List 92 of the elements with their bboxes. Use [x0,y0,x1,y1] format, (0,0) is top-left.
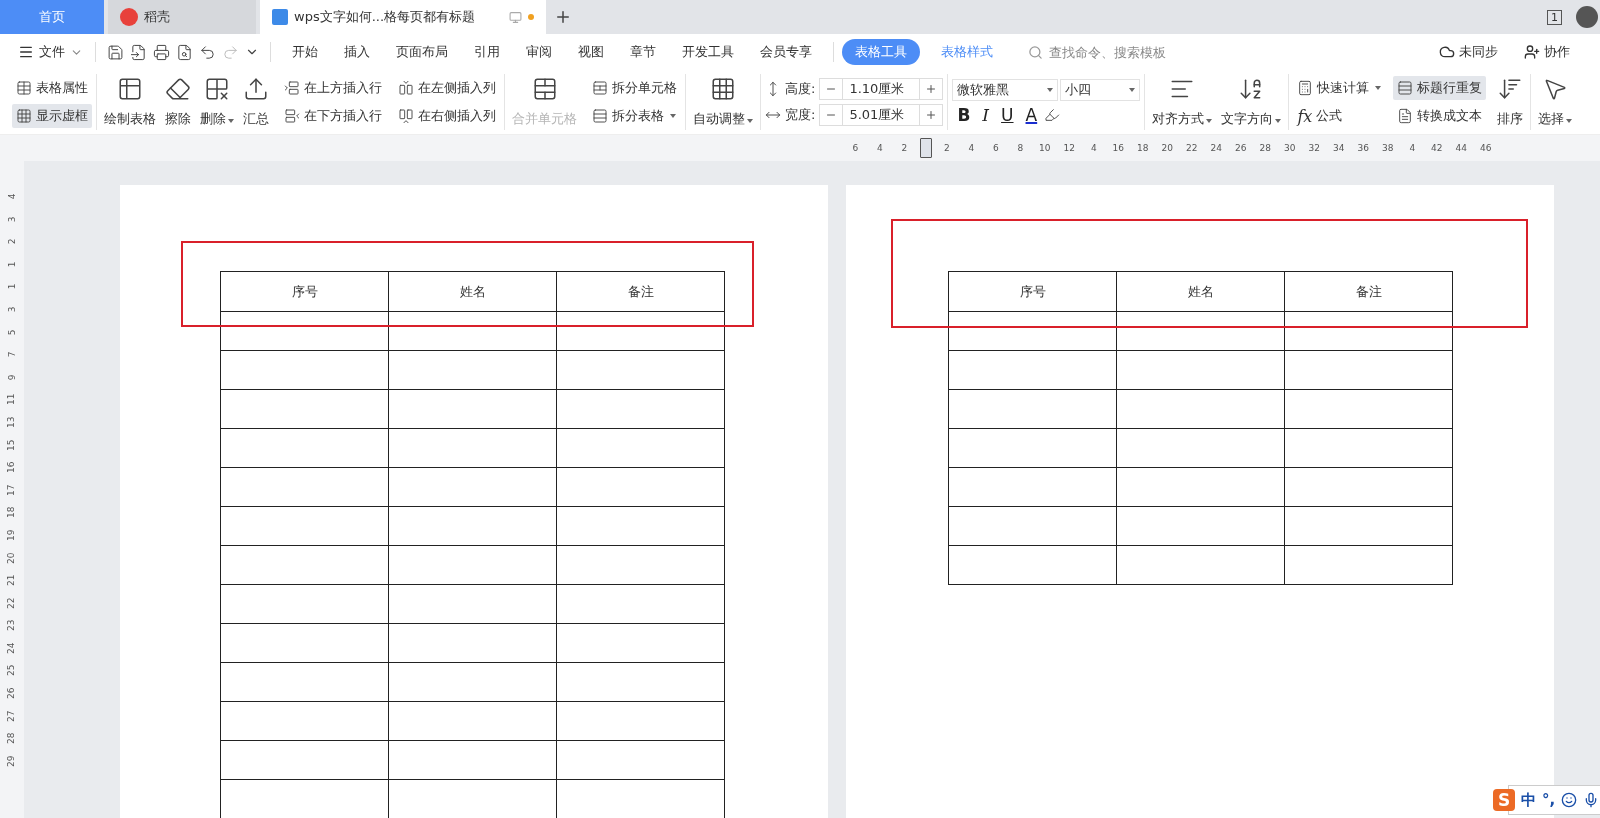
document-tab[interactable]: wps文字如何...格每页都有标题 [260,0,546,34]
menu-tab[interactable]: 页面布局 [396,39,448,65]
preview-icon[interactable] [176,43,193,61]
ribbon-button[interactable]: 拆分单元格 [588,76,681,100]
menu-icon [18,44,34,60]
ribbon-button[interactable]: 绘制表格 [101,70,159,134]
grid-icon [710,76,736,102]
ime-punctuation[interactable]: °, [1542,791,1556,809]
insert-row-icon [284,80,300,96]
cloud-icon [1439,44,1455,60]
ribbon-button[interactable]: 擦除 [162,70,194,134]
plus-icon [554,8,572,26]
search-icon [1028,44,1043,60]
export-icon[interactable] [130,43,147,61]
unsaved-dot [528,14,534,20]
horizontal-ruler: 6 4 2 2 4 6 8 10 12 4 16 18 20 22 24 26 28 30 32 34 36 38 4 42 44 46 [0,134,1600,161]
split-cells-icon [592,80,608,96]
indent-marker[interactable] [919,138,932,158]
file-menu[interactable]: 文件 [14,40,87,64]
ribbon-button[interactable]: 标题行重复 [1393,76,1487,100]
format-button[interactable]: U [996,105,1019,125]
text-document-icon [1397,108,1414,124]
menu-tab[interactable]: 开发工具 [682,39,734,65]
insert-column-icon [398,108,414,124]
ribbon-button[interactable]: 排序 [1494,70,1527,134]
ribbon-button[interactable]: 选择 [1535,70,1576,134]
ribbon-button[interactable]: 文字方向 [1218,70,1285,134]
ribbon-button[interactable]: 快速计算 [1293,75,1386,100]
ribbon-button[interactable]: 自动调整 [690,70,756,134]
grid-icon [16,108,32,124]
calculator-icon [1297,79,1314,96]
header-cell: 姓名 [388,271,557,312]
menu-tab[interactable]: 引用 [474,39,500,65]
ribbon-button[interactable]: 在下方插入行 [280,104,386,128]
format-button[interactable]: A [1020,105,1043,125]
print-icon[interactable] [153,43,170,61]
plus-icon [925,83,938,95]
ribbon-button[interactable]: 在左侧插入列 [394,76,500,100]
add-user-icon [1524,44,1540,60]
window-count[interactable]: 1 [1547,9,1562,25]
header-cell: 备注 [1284,271,1453,312]
ribbon-button[interactable]: fx 公式 [1293,103,1386,129]
header-cell: 姓名 [1116,271,1285,312]
header-cell: 序号 [220,271,389,312]
menu-tab[interactable]: 会员专享 [760,39,812,65]
font-select[interactable]: 微软雅黑 [952,79,1059,101]
table-delete-icon [204,76,230,102]
sync-button[interactable]: 未同步 [1433,42,1504,62]
document-tab[interactable]: 稻壳 [108,0,256,34]
menu-tab[interactable]: 视图 [578,39,604,65]
menu-tab[interactable]: 插入 [344,39,370,65]
merge-cells-icon [531,76,558,102]
avatar[interactable] [1576,6,1598,28]
ribbon-button[interactable]: 转换成文本 [1393,104,1487,128]
insert-row-icon [284,108,300,124]
document-icon [272,9,288,25]
ribbon-button[interactable]: 表格属性 [12,76,92,100]
rows-icon [1397,80,1414,96]
ribbon-button[interactable]: 汇总 [240,70,272,134]
smiley-icon[interactable] [1561,792,1578,808]
header-cell: 备注 [556,271,725,312]
eraser-icon [165,76,191,102]
field-label: 高度: [785,80,816,98]
field-label: 宽度: [785,106,816,124]
undo-icon[interactable] [199,43,216,61]
menu-tab[interactable]: 开始 [292,39,318,65]
menu-tab[interactable]: 审阅 [526,39,552,65]
insert-column-icon [398,80,414,96]
ribbon-button[interactable]: 对齐方式 [1149,70,1216,134]
size-select[interactable]: 小四 [1060,79,1141,101]
collaborate-button[interactable]: 协作 [1518,42,1576,62]
menu-tab[interactable]: 章节 [630,39,656,65]
format-button[interactable]: I [977,105,995,125]
vertical-ruler: 4 3 2 1 1 3 5 7 9 11 13 15 16 17 18 19 20 21 22 23 24 25 26 27 28 29 [0,161,24,818]
ime-mode[interactable]: 中 [1521,790,1536,810]
ime-logo: S [1493,789,1515,811]
table-icon [16,80,32,96]
header-cell: 序号 [948,271,1117,312]
table-icon [117,76,143,102]
ribbon-button[interactable]: 删除 [197,70,237,134]
format-button[interactable]: B [952,105,976,125]
highlighter-icon[interactable] [1044,107,1061,123]
ribbon-button[interactable]: 在右侧插入列 [394,104,500,128]
ribbon-button[interactable]: 在上方插入行 [280,76,386,100]
monitor-icon [509,10,522,24]
ribbon-button[interactable]: 拆分表格 [588,104,681,128]
plus-icon [925,109,938,121]
save-icon[interactable] [107,43,124,61]
app-logo-icon [120,8,138,26]
rows-icon [592,108,608,124]
upload-icon [243,76,269,102]
ribbon-button[interactable]: 显示虚框 [12,104,92,128]
